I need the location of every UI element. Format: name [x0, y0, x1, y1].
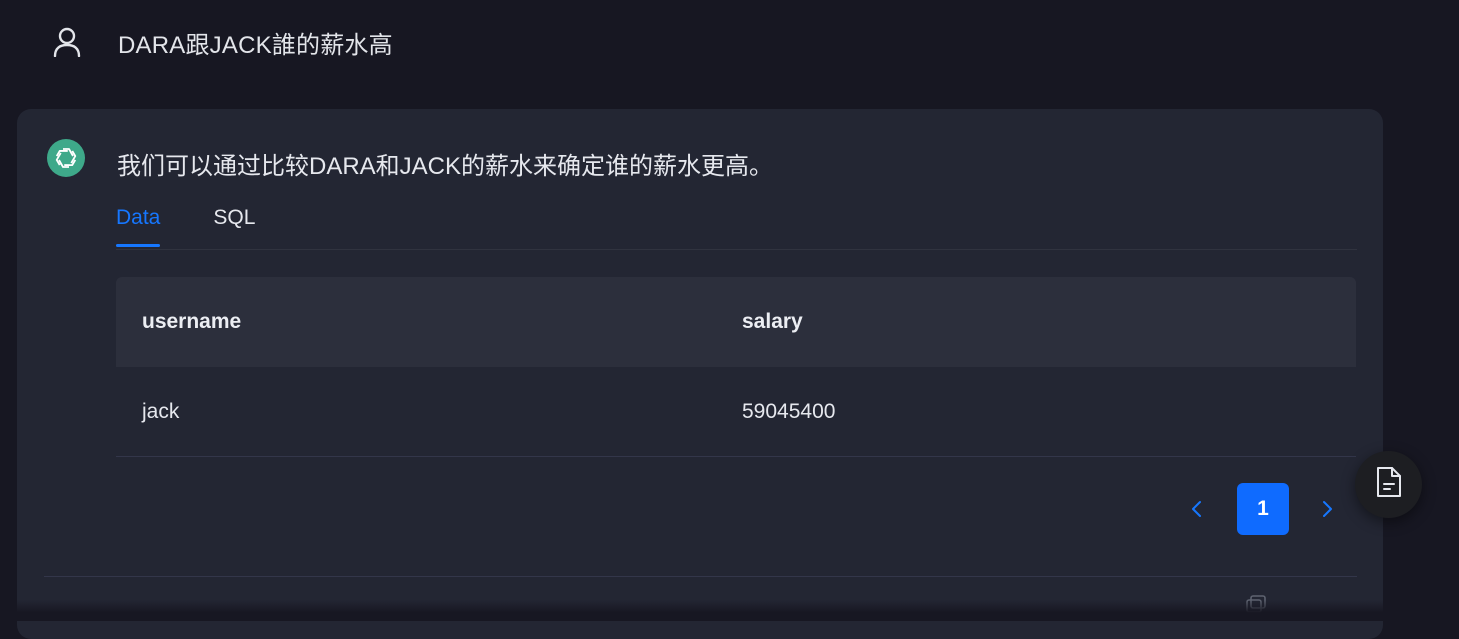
openai-logo-icon: [47, 139, 85, 177]
card-divider: [44, 576, 1357, 577]
table-header: username salary: [116, 277, 1356, 367]
table-cell-salary: 59045400: [742, 399, 836, 423]
column-header-username[interactable]: username: [116, 310, 742, 334]
answer-text: 我们可以通过比较DARA和JACK的薪水来确定谁的薪水更高。: [117, 153, 774, 180]
chevron-left-icon[interactable]: [1179, 491, 1215, 527]
pagination: 1: [1179, 483, 1345, 535]
tab-data[interactable]: Data: [116, 203, 161, 247]
result-table: username salary jack 59045400: [116, 277, 1356, 457]
document-icon: [1376, 466, 1402, 503]
tab-sql[interactable]: SQL: [213, 203, 255, 246]
user-icon: [52, 27, 82, 57]
column-header-salary[interactable]: salary: [742, 310, 1356, 334]
answer-card: 我们可以通过比较DARA和JACK的薪水来确定谁的薪水更高。 Data SQL …: [17, 109, 1383, 639]
user-message: DARA跟JACK誰的薪水高: [52, 24, 393, 60]
page-number-current[interactable]: 1: [1237, 483, 1289, 535]
user-question-text: DARA跟JACK誰的薪水高: [118, 31, 393, 59]
result-tabs: Data SQL: [116, 203, 1357, 250]
table-cell-username: jack: [142, 399, 180, 423]
document-button[interactable]: [1355, 451, 1422, 518]
chevron-right-icon[interactable]: [1309, 491, 1345, 527]
table-row: jack 59045400: [116, 367, 1356, 457]
bottom-fade: [0, 600, 1459, 621]
